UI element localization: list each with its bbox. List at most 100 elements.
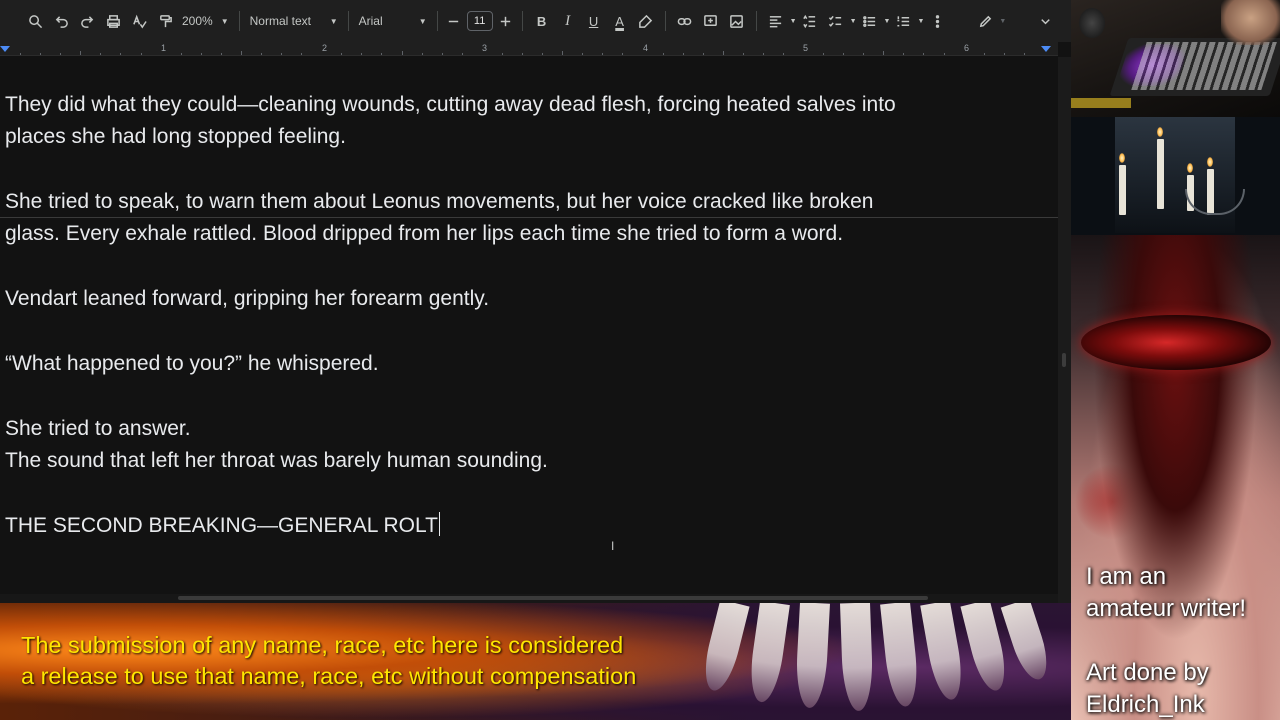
keyboard-keys	[1131, 42, 1277, 90]
chevron-down-icon[interactable]: ▼	[999, 18, 1006, 25]
checklist-icon[interactable]	[823, 8, 849, 34]
ruler-tick	[361, 53, 363, 55]
ruler-tick	[582, 53, 584, 55]
document-page[interactable]: They did what they could—cleaning wounds…	[0, 57, 1058, 603]
artwork-red-eye	[1081, 315, 1271, 370]
document-paragraph[interactable]: places she had long stopped feeling.	[5, 121, 346, 154]
ruler-tick	[702, 53, 704, 55]
document-paragraph[interactable]: “What happened to you?” he whispered.	[5, 348, 379, 381]
ruler-tick	[742, 53, 744, 55]
print-icon[interactable]	[100, 8, 126, 34]
font-family-dropdown[interactable]: Arial ▼	[355, 8, 431, 34]
vertical-scrollbar[interactable]	[1058, 57, 1071, 603]
ruler-tick	[301, 53, 303, 55]
undo-icon[interactable]	[48, 8, 74, 34]
spellcheck-icon[interactable]	[126, 8, 152, 34]
ruler-tick	[200, 53, 202, 55]
candles-image	[1071, 117, 1280, 235]
decrease-font-size-icon[interactable]	[444, 8, 464, 34]
horizontal-scrollbar-thumb[interactable]	[178, 596, 928, 600]
ruler-number: 5	[803, 43, 809, 53]
ruler-tick	[943, 53, 945, 55]
artwork-tooth	[920, 603, 967, 703]
paint-format-icon[interactable]	[152, 8, 178, 34]
webcam-feed	[1071, 0, 1280, 117]
ruler-tick	[521, 53, 523, 55]
ruler-tick	[883, 51, 885, 55]
insert-image-icon[interactable]	[724, 8, 750, 34]
ruler-tick	[80, 51, 82, 55]
chevron-down-icon[interactable]: ▼	[917, 18, 924, 25]
document-paragraph[interactable]: Vendart leaned forward, gripping her for…	[5, 283, 489, 316]
left-indent-marker[interactable]	[0, 46, 10, 52]
insert-link-icon[interactable]	[672, 8, 698, 34]
increase-font-size-icon[interactable]	[496, 8, 516, 34]
ruler-tick	[341, 53, 343, 55]
font-family-value: Arial	[358, 14, 383, 28]
artwork-tooth	[794, 603, 830, 709]
credits-line: I am an	[1086, 563, 1167, 590]
artwork-tooth	[1000, 603, 1054, 684]
ruler-tick	[140, 53, 142, 55]
ruler-tick	[1003, 53, 1005, 55]
paragraph-style-dropdown[interactable]: Normal text ▼	[246, 8, 342, 34]
italic-button[interactable]: I	[555, 8, 581, 34]
candelabra	[1185, 189, 1245, 215]
font-size-input[interactable]: 11	[466, 11, 493, 31]
ruler-tick	[240, 51, 242, 55]
add-comment-icon[interactable]	[698, 8, 724, 34]
align-left-icon[interactable]	[763, 8, 789, 34]
document-paragraph[interactable]: She tried to speak, to warn them about L…	[5, 186, 873, 219]
artwork-tooth	[840, 603, 874, 712]
ruler-tick	[421, 53, 423, 55]
chevron-down-icon[interactable]: ▼	[884, 18, 891, 25]
document-paragraph[interactable]: The sound that left her throat was barel…	[5, 445, 548, 478]
document-paragraph[interactable]: They did what they could—cleaning wounds…	[5, 89, 896, 122]
bold-button[interactable]: B	[529, 8, 555, 34]
ruler-tick	[903, 53, 905, 55]
document-paragraph[interactable]: glass. Every exhale rattled. Blood dripp…	[5, 218, 843, 251]
more-options-icon[interactable]	[924, 8, 950, 34]
line-spacing-icon[interactable]	[797, 8, 823, 34]
bulleted-list-icon[interactable]	[857, 8, 883, 34]
toolbar-divider	[347, 11, 349, 31]
ruler-tick	[682, 53, 684, 55]
document-heading-line[interactable]: THE SECOND BREAKING—GENERAL ROLT	[5, 510, 440, 543]
ruler-number: 3	[482, 43, 488, 53]
vertical-scrollbar-thumb[interactable]	[1062, 353, 1066, 367]
ruler-tick	[60, 53, 62, 55]
chevron-down-icon: ▼	[329, 16, 338, 26]
horizontal-scrollbar[interactable]	[0, 594, 1058, 603]
ruler-tick	[562, 51, 564, 55]
chevron-down-icon[interactable]: ▼	[790, 18, 797, 25]
ruler-tick	[501, 53, 503, 55]
search-menus-icon[interactable]	[22, 8, 48, 34]
right-indent-marker[interactable]	[1041, 46, 1051, 52]
ruler-tick	[823, 53, 825, 55]
text-color-button[interactable]: A	[607, 8, 633, 34]
zoom-dropdown[interactable]: 200% ▼	[178, 8, 233, 34]
toolbar-divider	[436, 11, 438, 31]
numbered-list-icon[interactable]	[890, 8, 916, 34]
ruler-tick	[602, 53, 604, 55]
ruler-tick	[20, 53, 22, 55]
ruler-tick	[180, 53, 182, 55]
collapse-menus-icon[interactable]	[1032, 8, 1058, 34]
heading-text: THE SECOND BREAKING—GENERAL ROLT	[5, 514, 438, 537]
stream-credits: I am an amateur writer! Art done by Eldr…	[1086, 561, 1246, 720]
ruler-tick	[40, 53, 42, 55]
ruler-tick	[662, 53, 664, 55]
editing-mode-pencil-icon[interactable]	[972, 8, 998, 34]
ruler-tick	[843, 53, 845, 55]
highlight-color-icon[interactable]	[633, 8, 659, 34]
chevron-down-icon[interactable]: ▼	[850, 18, 857, 25]
redo-icon[interactable]	[74, 8, 100, 34]
webcam-mouse	[1079, 8, 1105, 38]
ruler-tick	[722, 51, 724, 55]
credits-line	[1086, 625, 1246, 657]
underline-button[interactable]: U	[581, 8, 607, 34]
formatting-toolbar: 200% ▼ Normal text ▼ Arial ▼ 11 B I U A	[0, 0, 1071, 42]
candle	[1157, 139, 1164, 209]
horizontal-ruler[interactable]: 1 2 3 4 5 6	[0, 42, 1058, 56]
document-paragraph[interactable]: She tried to answer.	[5, 413, 191, 446]
